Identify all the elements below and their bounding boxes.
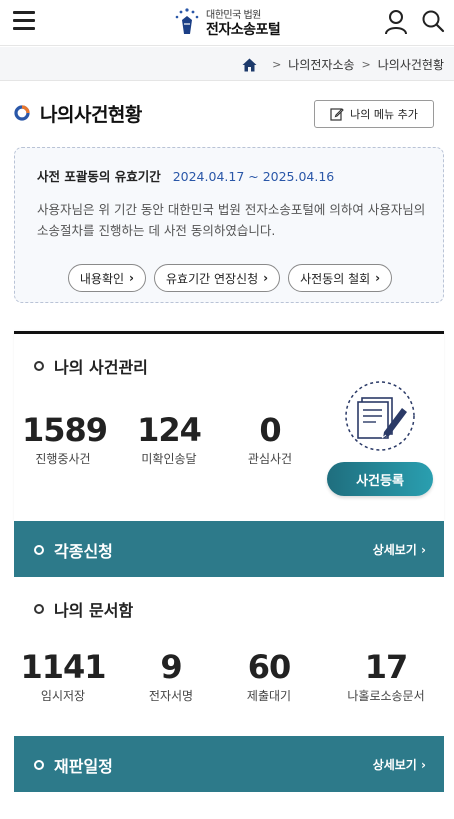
logo-title: 전자소송포털 — [206, 22, 281, 38]
chevron-right-icon: › — [421, 543, 426, 557]
schedule-bar[interactable]: 재판일정 상세보기 › — [14, 736, 444, 792]
stat-value: 1589 — [22, 411, 108, 449]
chevron-right-icon: › — [421, 758, 426, 772]
title-ring-icon — [14, 105, 30, 121]
applications-title: 각종신청 — [54, 542, 113, 561]
view-content-label: 내용확인 — [79, 271, 125, 286]
view-content-button[interactable]: 내용확인 › — [67, 264, 146, 292]
case-management-title: 나의 사건관리 — [54, 358, 148, 377]
add-my-menu-label: 나의 메뉴 추가 — [350, 108, 418, 121]
bullet-ring-icon — [34, 361, 44, 371]
bullet-ring-icon — [34, 545, 44, 555]
edit-icon — [330, 108, 344, 121]
page-title: 나의사건현황 — [40, 104, 142, 126]
breadcrumb-separator: > — [272, 58, 282, 71]
schedule-detail-link[interactable]: 상세보기 › — [373, 756, 426, 773]
withdraw-consent-label: 사전동의 철회 — [300, 271, 371, 286]
applications-bar[interactable]: 각종신청 상세보기 › — [14, 521, 444, 577]
consent-period-box: 사전 포괄동의 유효기간 2024.04.17 ~ 2025.04.16 사용자… — [14, 147, 444, 303]
stat-unconfirmed-deliveries[interactable]: 124 미확인송달 — [128, 412, 210, 467]
stat-value: 0 — [259, 411, 281, 449]
stat-value: 1141 — [20, 648, 106, 686]
stat-e-signature[interactable]: 9 전자서명 — [128, 649, 214, 704]
documents-heading: 나의 문서함 — [34, 597, 133, 621]
stat-label: 제출대기 — [246, 689, 292, 703]
site-logo[interactable]: 대한민국 법원 전자소송포털 — [172, 4, 292, 42]
extend-period-label: 유효기간 연장신청 — [166, 271, 259, 286]
stat-label: 진행중사건 — [35, 452, 91, 466]
add-my-menu-button[interactable]: 나의 메뉴 추가 — [314, 100, 434, 128]
case-management-heading: 나의 사건관리 — [34, 354, 148, 378]
stat-temporary-saved[interactable]: 1141 임시저장 — [20, 649, 106, 704]
top-header: 대한민국 법원 전자소송포털 — [0, 0, 454, 46]
extend-period-button[interactable]: 유효기간 연장신청 › — [154, 264, 281, 292]
case-management-card: 나의 사건관리 1589 진행중사건 124 미확인송달 0 관심사건 사건등록 — [14, 331, 444, 521]
stat-label: 미확인송달 — [141, 452, 197, 466]
consent-dates: 2024.04.17 ~ 2025.04.16 — [172, 169, 335, 184]
applications-detail-link[interactable]: 상세보기 › — [373, 541, 426, 558]
documents-title: 나의 문서함 — [54, 601, 134, 620]
chevron-right-icon: › — [375, 271, 381, 285]
stat-label: 관심사건 — [247, 452, 293, 466]
stat-value: 124 — [137, 411, 202, 449]
withdraw-consent-button[interactable]: 사전동의 철회 › — [288, 264, 393, 292]
schedule-heading: 재판일정 — [34, 753, 113, 777]
register-case-button[interactable]: 사건등록 — [327, 462, 433, 496]
stat-label: 나홀로소송문서 — [347, 689, 425, 703]
applications-heading: 각종신청 — [34, 538, 113, 562]
breadcrumb: > 나의전자소송 > 나의사건현황 — [0, 47, 454, 81]
court-emblem-icon — [175, 8, 199, 34]
search-icon[interactable] — [421, 9, 445, 35]
bullet-ring-icon — [34, 604, 44, 614]
chevron-right-icon: › — [263, 271, 269, 285]
chevron-right-icon: › — [129, 271, 134, 285]
detail-link-label: 상세보기 — [372, 543, 417, 557]
stat-self-litigation-documents[interactable]: 17 나홀로소송문서 — [336, 649, 436, 704]
stat-interest-cases[interactable]: 0 관심사건 — [229, 412, 311, 467]
home-icon[interactable] — [242, 58, 257, 72]
breadcrumb-item-my-e-litigation[interactable]: 나의전자소송 — [288, 56, 354, 73]
stat-value: 60 — [247, 648, 292, 686]
page-title-row: 나의사건현황 나의 메뉴 추가 — [14, 100, 440, 130]
consent-button-group: 내용확인 › 유효기간 연장신청 › 사전동의 철회 › — [15, 264, 445, 292]
stat-in-progress-cases[interactable]: 1589 진행중사건 — [22, 411, 108, 467]
consent-heading: 사전 포괄동의 유효기간 2024.04.17 ~ 2025.04.16 — [37, 166, 334, 185]
menu-hamburger-icon[interactable] — [13, 11, 35, 31]
documents-card: 나의 문서함 1141 임시저장 9 전자서명 60 제출대기 17 나홀로소송… — [14, 577, 444, 735]
user-icon[interactable] — [384, 9, 408, 35]
bullet-ring-icon — [34, 760, 44, 770]
stat-value: 17 — [364, 648, 409, 686]
breadcrumb-item-my-case-status[interactable]: 나의사건현황 — [378, 56, 444, 73]
consent-label: 사전 포괄동의 유효기간 — [37, 169, 161, 184]
breadcrumb-separator: > — [361, 58, 371, 71]
schedule-title: 재판일정 — [54, 757, 113, 776]
detail-link-label: 상세보기 — [372, 758, 417, 772]
stat-label: 전자서명 — [148, 689, 194, 703]
stat-label: 임시저장 — [40, 689, 86, 703]
stat-pending-submission[interactable]: 60 제출대기 — [226, 649, 312, 704]
stat-value: 9 — [160, 648, 182, 686]
consent-description: 사용자님은 위 기간 동안 대한민국 법원 전자소송포털에 의하여 사용자님의 … — [37, 202, 426, 238]
document-pen-illustration-icon — [345, 381, 415, 451]
